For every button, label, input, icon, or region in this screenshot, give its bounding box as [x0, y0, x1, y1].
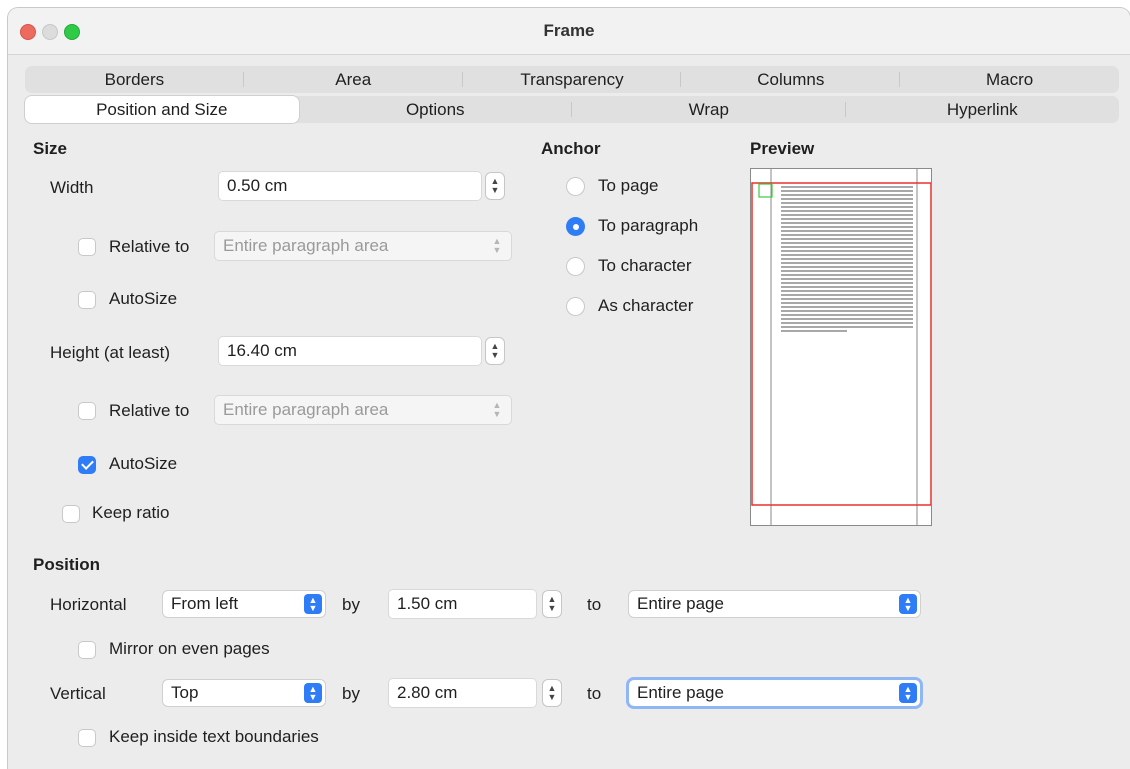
window-title: Frame — [543, 21, 595, 40]
tab-macro[interactable]: Macro — [900, 66, 1119, 93]
vertical-to-select[interactable]: Entire page ▲ ▼ — [629, 680, 920, 706]
vertical-by-stepper[interactable]: ▲ ▼ — [543, 680, 561, 706]
width-autosize-label: AutoSize — [109, 289, 178, 308]
tab-hyperlink[interactable]: Hyperlink — [846, 96, 1120, 123]
horizontal-by-input[interactable]: 1.50 cm — [389, 590, 536, 618]
anchor-to-character-radio[interactable] — [567, 258, 584, 275]
chevron-updown-icon: ▲ ▼ — [899, 594, 917, 614]
preview-page-diagram — [751, 169, 932, 525]
horizontal-select[interactable]: From left ▲ ▼ — [163, 591, 325, 617]
chevron-updown-icon: ▲ ▼ — [304, 594, 322, 614]
tab-area[interactable]: Area — [244, 66, 463, 93]
height-autosize-label: AutoSize — [109, 454, 178, 473]
tab-transparency[interactable]: Transparency — [463, 66, 682, 93]
frame-dialog: Frame Borders Area Transparency Columns … — [8, 8, 1130, 769]
size-section-title: Size — [33, 139, 68, 158]
title-bar: Frame — [8, 8, 1130, 55]
horizontal-select-value: From left — [171, 594, 239, 613]
vertical-label: Vertical — [50, 684, 106, 703]
position-section-title: Position — [33, 555, 101, 574]
preview-pane — [750, 168, 932, 526]
horizontal-label: Horizontal — [50, 595, 127, 614]
horizontal-by-stepper[interactable]: ▲ ▼ — [543, 591, 561, 617]
anchor-to-page-radio[interactable] — [567, 178, 584, 195]
anchor-section-title: Anchor — [541, 139, 601, 158]
width-autosize-checkbox[interactable] — [79, 292, 95, 308]
keep-ratio-checkbox[interactable] — [63, 506, 79, 522]
horizontal-to-select[interactable]: Entire page ▲ ▼ — [629, 591, 920, 617]
anchor-as-character-radio[interactable] — [567, 298, 584, 315]
width-relative-select[interactable]: Entire paragraph area — [215, 232, 511, 260]
width-relative-label: Relative to — [109, 237, 190, 256]
mirror-even-pages-label: Mirror on even pages — [109, 639, 270, 658]
height-relative-arrows-icon: ▲ ▼ — [492, 400, 502, 419]
height-relative-checkbox[interactable] — [79, 403, 95, 419]
vertical-by-input[interactable]: 2.80 cm — [389, 679, 536, 707]
vertical-select[interactable]: Top ▲ ▼ — [163, 680, 325, 706]
tab-row-2: Position and Size Options Wrap Hyperlink — [25, 96, 1119, 123]
vertical-select-value: Top — [171, 683, 199, 702]
height-autosize-checkbox[interactable] — [79, 457, 95, 473]
anchor-to-paragraph-label: To paragraph — [598, 216, 699, 235]
tab-position-and-size[interactable]: Position and Size — [25, 96, 299, 123]
vertical-to-label: to — [587, 684, 602, 703]
vertical-by-label: by — [342, 684, 360, 703]
tab-borders[interactable]: Borders — [25, 66, 244, 93]
tab-options[interactable]: Options — [299, 96, 572, 123]
height-relative-label: Relative to — [109, 401, 190, 420]
height-stepper[interactable]: ▲ ▼ — [486, 338, 504, 364]
mirror-even-pages-checkbox[interactable] — [79, 642, 95, 658]
horizontal-to-label: to — [587, 595, 602, 614]
width-input[interactable]: 0.50 cm — [219, 172, 481, 200]
width-relative-checkbox[interactable] — [79, 239, 95, 255]
keep-inside-text-boundaries-checkbox[interactable] — [79, 730, 95, 746]
width-relative-arrows-icon: ▲ ▼ — [492, 236, 502, 255]
preview-section-title: Preview — [750, 139, 815, 158]
height-label: Height (at least) — [50, 343, 170, 362]
height-relative-select[interactable]: Entire paragraph area — [215, 396, 511, 424]
horizontal-by-label: by — [342, 595, 360, 614]
vertical-to-select-value: Entire page — [637, 683, 724, 702]
tab-row-1: Borders Area Transparency Columns Macro — [25, 66, 1119, 93]
keep-inside-text-boundaries-label: Keep inside text boundaries — [109, 727, 319, 746]
keep-ratio-label: Keep ratio — [92, 503, 170, 522]
anchor-to-character-label: To character — [598, 256, 692, 275]
chevron-updown-icon: ▲ ▼ — [899, 683, 917, 703]
tab-columns[interactable]: Columns — [681, 66, 901, 93]
anchor-as-character-label: As character — [598, 296, 694, 315]
height-input[interactable]: 16.40 cm — [219, 337, 481, 365]
width-stepper[interactable]: ▲ ▼ — [486, 173, 504, 199]
chevron-updown-icon: ▲ ▼ — [304, 683, 322, 703]
anchor-to-paragraph-radio[interactable] — [567, 218, 584, 235]
tab-wrap[interactable]: Wrap — [572, 96, 846, 123]
width-label: Width — [50, 178, 94, 197]
horizontal-to-select-value: Entire page — [637, 594, 724, 613]
anchor-to-page-label: To page — [598, 176, 659, 195]
